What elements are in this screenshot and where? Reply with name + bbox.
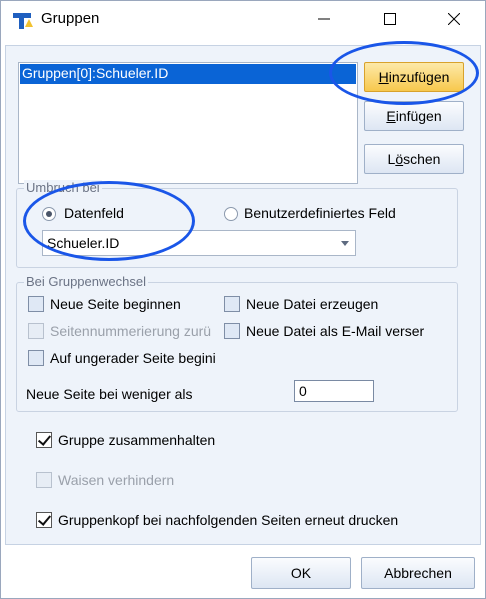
custom-field-radio-label[interactable]: Benutzerdefiniertes Feld bbox=[244, 205, 396, 221]
keep-together-label[interactable]: Gruppe zusammenhalten bbox=[58, 432, 215, 448]
delete-button[interactable]: Lö schen bbox=[364, 144, 464, 174]
add-button[interactable]: Hinzufügen bbox=[364, 62, 464, 92]
gruppen-dialog: Gruppen Gruppen[0]:Schueler.ID Hinzufüge… bbox=[0, 0, 486, 599]
datafield-radio-label[interactable]: Datenfeld bbox=[64, 205, 124, 221]
add-button-mnemonic: H bbox=[378, 69, 389, 85]
cancel-button[interactable]: Abbrechen bbox=[361, 557, 475, 589]
chevron-down-icon[interactable] bbox=[341, 241, 349, 246]
umbruch-group bbox=[16, 188, 458, 268]
new-page-checkbox[interactable] bbox=[28, 296, 44, 312]
dialog-body: Gruppen[0]:Schueler.ID Hinzufügen Einfüg… bbox=[5, 45, 481, 545]
new-file-label[interactable]: Neue Datei erzeugen bbox=[246, 296, 378, 312]
add-button-label: inzufügen bbox=[388, 69, 450, 85]
reprint-header-label[interactable]: Gruppenkopf bei nachfolgenden Seiten ern… bbox=[58, 512, 398, 528]
email-file-label[interactable]: Neue Datei als E-Mail verser bbox=[246, 323, 446, 339]
gruppenwechsel-group-label: Bei Gruppenwechsel bbox=[24, 274, 148, 289]
page-numbering-checkbox bbox=[28, 323, 44, 339]
keep-together-checkbox[interactable] bbox=[36, 432, 52, 448]
report-app-icon bbox=[13, 13, 33, 29]
custom-field-radio[interactable] bbox=[224, 207, 238, 221]
title-bar[interactable]: Gruppen bbox=[1, 1, 485, 37]
delete-button-mnemonic: ö bbox=[395, 151, 404, 167]
prevent-orphans-label: Waisen verhindern bbox=[58, 472, 175, 488]
datafield-combo[interactable]: Schueler.ID bbox=[42, 230, 356, 256]
prevent-orphans-checkbox bbox=[36, 472, 52, 488]
new-page-label[interactable]: Neue Seite beginnen bbox=[50, 296, 181, 312]
page-numbering-label: Seitennummerierung zurü bbox=[50, 323, 212, 339]
minimize-button[interactable] bbox=[301, 1, 347, 37]
umbruch-group-label: Umbruch bei bbox=[24, 180, 102, 195]
new-file-checkbox[interactable] bbox=[224, 296, 240, 312]
new-page-less-input[interactable]: 0 bbox=[294, 380, 374, 402]
maximize-icon bbox=[384, 13, 396, 25]
new-page-less-label: Neue Seite bei weniger als bbox=[26, 386, 193, 402]
reprint-header-checkbox[interactable] bbox=[36, 512, 52, 528]
datafield-radio[interactable] bbox=[42, 207, 56, 221]
group-list[interactable]: Gruppen[0]:Schueler.ID bbox=[18, 62, 358, 184]
close-button[interactable] bbox=[431, 1, 477, 37]
minimize-icon bbox=[318, 18, 330, 20]
odd-page-checkbox[interactable] bbox=[28, 350, 44, 366]
close-icon bbox=[448, 13, 460, 25]
insert-button-label: infügen bbox=[395, 108, 442, 124]
maximize-button[interactable] bbox=[367, 1, 413, 37]
insert-button[interactable]: Einfügen bbox=[364, 101, 464, 131]
delete-button-pre: L bbox=[387, 151, 396, 167]
datafield-combo-value: Schueler.ID bbox=[47, 235, 120, 251]
window-title: Gruppen bbox=[41, 10, 100, 27]
ok-button[interactable]: OK bbox=[251, 557, 351, 589]
delete-button-label: schen bbox=[403, 151, 441, 167]
list-item[interactable]: Gruppen[0]:Schueler.ID bbox=[20, 64, 356, 84]
email-file-checkbox[interactable] bbox=[224, 323, 240, 339]
odd-page-label[interactable]: Auf ungerader Seite begini bbox=[50, 350, 226, 366]
insert-button-mnemonic: E bbox=[386, 108, 396, 124]
